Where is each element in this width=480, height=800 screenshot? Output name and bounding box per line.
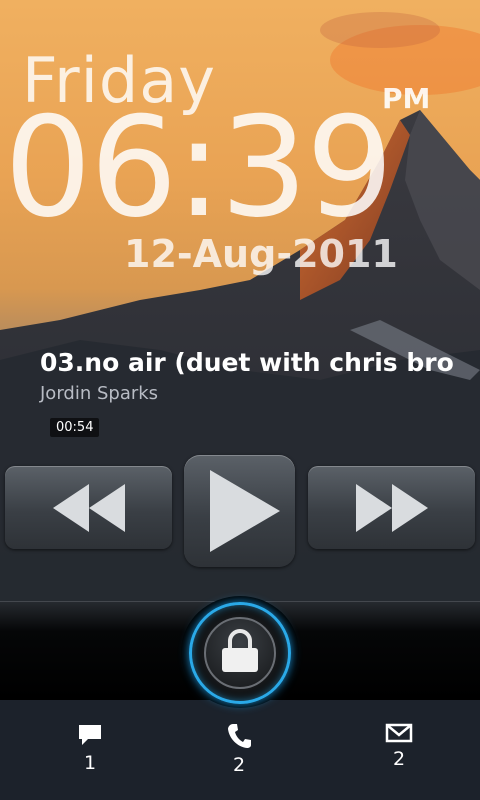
email-count: 2 [392,748,406,770]
calls-notification[interactable]: 2 [199,722,279,776]
calls-count: 2 [232,754,246,776]
lock-icon [222,629,258,672]
play-button[interactable] [184,455,295,567]
messages-count: 1 [83,752,97,774]
fast-forward-icon [356,484,428,532]
phone-icon [228,724,251,748]
clock-time: 06:39 [4,87,394,248]
email-notification[interactable]: 2 [359,722,439,770]
track-title: 03.no air (duet with chris bro [40,348,454,377]
messages-notification[interactable]: 1 [50,722,130,774]
email-icon [385,723,413,743]
elapsed-time: 00:54 [50,418,100,437]
track-artist: Jordin Sparks [40,383,159,404]
message-icon [79,725,101,745]
play-icon [210,470,280,552]
clock-date: 12-Aug-2011 [124,232,398,276]
fast-forward-button[interactable] [308,466,475,549]
rewind-button[interactable] [5,466,172,549]
rewind-icon [53,484,125,532]
